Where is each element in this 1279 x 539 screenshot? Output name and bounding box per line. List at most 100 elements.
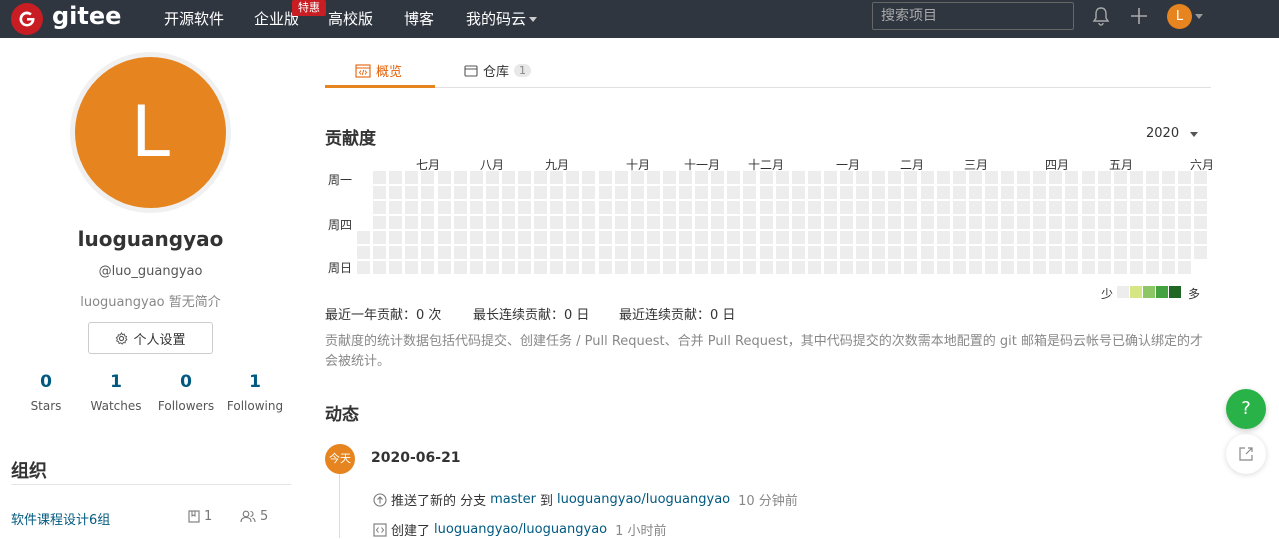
sale-badge: 特惠: [292, 0, 326, 16]
stat-watches[interactable]: 1 Watches: [76, 372, 156, 413]
year-select[interactable]: 2020: [1146, 126, 1179, 141]
contribution-cell: [952, 171, 966, 184]
contribution-cell: [823, 261, 837, 274]
profile-username: luoguangyao: [77, 227, 224, 251]
contribution-cell: [936, 246, 950, 259]
contribution-cell: [823, 186, 837, 199]
contribution-cell: [518, 231, 531, 244]
contribution-cell: [1097, 261, 1111, 274]
contribution-cell: [357, 231, 370, 244]
contribution-cell: [1162, 216, 1175, 229]
logo-text[interactable]: gitee: [52, 2, 121, 30]
contribution-cell: [952, 216, 966, 229]
contribution-cell: [791, 231, 805, 244]
contribution-cell: [582, 231, 596, 244]
external-edit-icon: [1239, 447, 1253, 461]
contribution-cell: [1145, 231, 1159, 244]
nav-blog[interactable]: 博客: [404, 8, 434, 29]
contribution-cell: [1049, 216, 1063, 229]
contribution-cell: [936, 186, 950, 199]
stat-followers[interactable]: 0 Followers: [146, 372, 226, 413]
contribution-cell: [791, 216, 805, 229]
contribution-cell: [872, 186, 886, 199]
contribution-cell: [679, 231, 692, 244]
contribution-cell: [856, 261, 870, 274]
contribution-cell: [1162, 246, 1175, 259]
user-avatar[interactable]: L: [1167, 4, 1192, 29]
org-link[interactable]: 软件课程设计6组: [11, 509, 110, 528]
nav-my-gitee-label: 我的码云: [466, 10, 527, 28]
chevron-down-icon[interactable]: [1190, 132, 1198, 137]
tab-repositories[interactable]: 仓库 1: [464, 61, 532, 80]
repo-link[interactable]: luoguangyao/luoguangyao: [557, 492, 730, 507]
contribution-cell: [743, 201, 757, 214]
feedback-button[interactable]: [1226, 434, 1266, 474]
contribution-cell: [920, 201, 934, 214]
repo-link[interactable]: luoguangyao/luoguangyao: [434, 522, 607, 537]
contribution-cell: [759, 171, 773, 184]
contribution-cell: [1017, 171, 1031, 184]
repo-icon: [188, 510, 200, 523]
contribution-cell: [550, 201, 564, 214]
contribution-cell: [695, 261, 709, 274]
contribution-cell: [405, 186, 419, 199]
contribution-cell: [518, 246, 531, 259]
contribution-cell: [1049, 201, 1063, 214]
contribution-cell: [421, 261, 435, 274]
contribution-cell: [679, 216, 692, 229]
bell-icon[interactable]: [1092, 5, 1110, 31]
personal-settings-button[interactable]: 个人设置: [88, 322, 213, 354]
search-input[interactable]: [872, 2, 1074, 30]
contribution-cell: [1081, 261, 1095, 274]
contribution-cell: [856, 216, 870, 229]
contribution-cell: [485, 201, 499, 214]
tab-repositories-count: 1: [514, 64, 532, 77]
contribution-cell: [614, 186, 628, 199]
contribution-cell: [888, 231, 902, 244]
contribution-cell: [501, 231, 515, 244]
contribution-cell: [727, 231, 741, 244]
contribution-cell: [534, 261, 548, 274]
contribution-cell: [1001, 186, 1014, 199]
contribution-cell: [791, 201, 805, 214]
help-button[interactable]: ?: [1226, 389, 1266, 429]
contribution-cell: [727, 216, 741, 229]
stat-following[interactable]: 1 Following: [215, 372, 295, 413]
contribution-cell: [389, 186, 403, 199]
chevron-down-icon[interactable]: [1195, 14, 1203, 19]
contribution-cell: [469, 201, 483, 214]
contribution-cell: [646, 201, 660, 214]
code-file-icon: [355, 63, 371, 78]
profile-bio: luoguangyao 暂无简介: [80, 295, 221, 310]
plus-icon[interactable]: [1130, 7, 1148, 29]
contribution-cell: [1017, 201, 1031, 214]
contribution-cell: [1081, 246, 1095, 259]
contribution-cell: [405, 171, 419, 184]
stat-stars[interactable]: 0 Stars: [6, 372, 86, 413]
contribution-cell: [550, 261, 564, 274]
contribution-cell: [984, 261, 998, 274]
contribution-cell: [1194, 246, 1208, 259]
branch-link[interactable]: master: [490, 492, 536, 507]
gitee-logo-icon[interactable]: [11, 3, 43, 35]
nav-education[interactable]: 高校版: [328, 8, 373, 29]
nav-my-gitee[interactable]: 我的码云: [466, 8, 538, 29]
contribution-cell: [743, 186, 757, 199]
nav-open-source[interactable]: 开源软件: [164, 8, 224, 29]
contribution-cell: [888, 201, 902, 214]
contribution-cell: [984, 171, 998, 184]
repo-icon: [464, 65, 478, 77]
contribution-cell: [711, 246, 725, 259]
contribution-cell: [566, 201, 580, 214]
contribution-cell: [566, 246, 580, 259]
contribution-cell: [1178, 186, 1192, 199]
contribution-cell: [1049, 171, 1063, 184]
contribution-cell: [453, 201, 467, 214]
tab-overview[interactable]: 概览: [355, 61, 402, 80]
contribution-cell: [823, 171, 837, 184]
contribution-cell: [840, 186, 853, 199]
contribution-cell: [1081, 201, 1095, 214]
contribution-cell: [534, 231, 548, 244]
contribution-cell: [598, 246, 612, 259]
contribution-cell: [1113, 231, 1127, 244]
